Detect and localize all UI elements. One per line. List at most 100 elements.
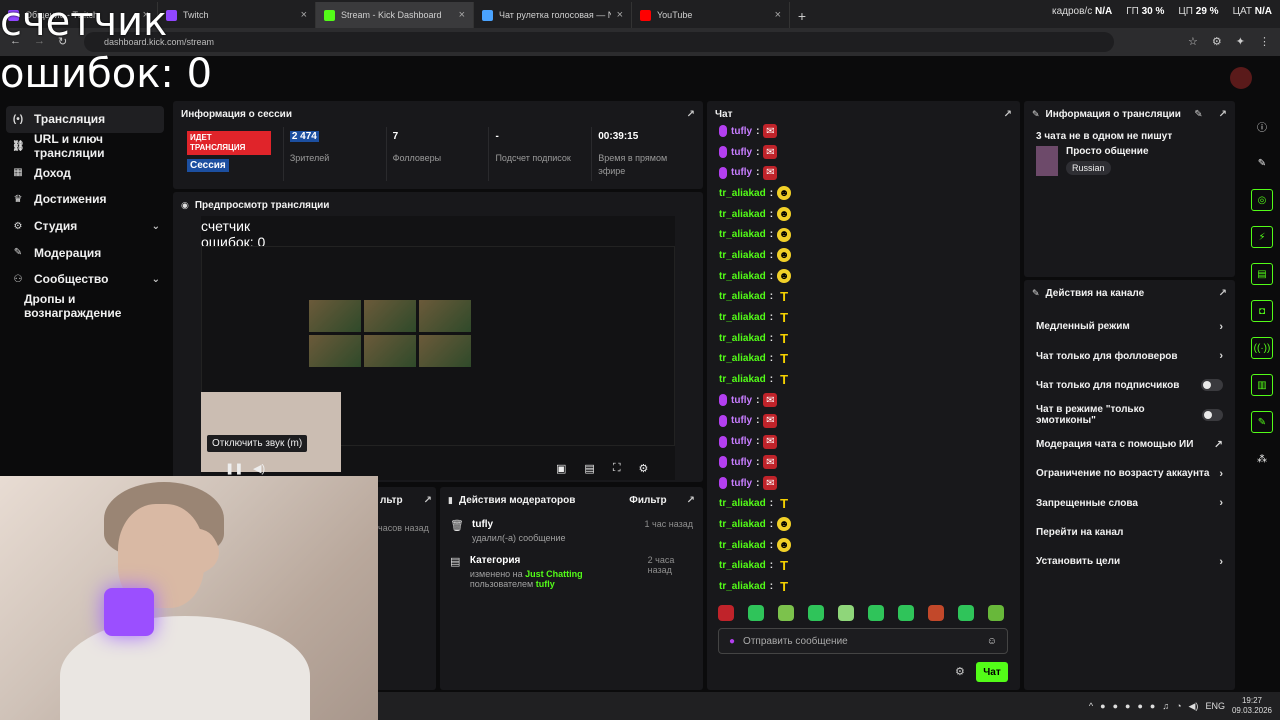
chat-send-button[interactable]: Чат xyxy=(976,662,1008,682)
chat-username[interactable]: tr_aliakad xyxy=(719,271,766,282)
chat-input[interactable]: ● Отправить сообщение ☺ xyxy=(718,628,1008,654)
emote-icon[interactable] xyxy=(718,605,734,621)
sidebar-item[interactable]: ⚙ Студия ⌄ xyxy=(0,213,170,240)
emote-icon[interactable] xyxy=(928,605,944,621)
close-icon[interactable]: × xyxy=(459,9,465,21)
chat-username[interactable]: tufly xyxy=(731,147,752,158)
chat-username[interactable]: tr_aliakad xyxy=(719,312,766,323)
emote-icon[interactable] xyxy=(748,605,764,621)
popout-icon[interactable]: ↗ xyxy=(1004,109,1012,120)
chat-username[interactable]: tr_aliakad xyxy=(719,498,766,509)
chat-username[interactable]: tufly xyxy=(731,478,752,489)
clock[interactable]: 19:27 09.03.2026 xyxy=(1232,696,1272,716)
popout-icon[interactable]: ↗ xyxy=(1219,109,1227,120)
emote-icon[interactable] xyxy=(808,605,824,621)
sidebar-item[interactable]: ⛓ URL и ключ трансляции xyxy=(0,132,170,160)
pause-icon[interactable]: ❚❚ xyxy=(225,462,243,475)
tray-app-icon[interactable]: ● xyxy=(1100,701,1105,711)
edit-icon[interactable]: ✎ xyxy=(1194,109,1202,120)
channel-action-item[interactable]: Чат только для подписчиков xyxy=(1024,371,1235,400)
pip-icon[interactable]: ▣ xyxy=(556,462,566,475)
sidebar-item[interactable]: ⚇ Сообщество ⌄ xyxy=(0,266,170,293)
tray-chevron-icon[interactable]: ^ xyxy=(1089,701,1093,711)
mic-icon[interactable]: ● xyxy=(729,636,735,647)
chat-username[interactable]: tr_aliakad xyxy=(719,229,766,240)
chat-username[interactable]: tr_aliakad xyxy=(719,209,766,220)
extensions-puzzle-icon[interactable]: ✦ xyxy=(1236,35,1245,48)
settings-icon[interactable]: ⚙ xyxy=(639,462,649,475)
lightning-icon[interactable]: ⚡ xyxy=(1251,226,1273,248)
popout-icon[interactable]: ↗ xyxy=(424,495,432,506)
chat-username[interactable]: tr_aliakad xyxy=(719,353,766,364)
tray-app-icon[interactable]: ● xyxy=(1150,701,1155,711)
emote-icon[interactable] xyxy=(868,605,884,621)
notes-icon[interactable]: ▤ xyxy=(1251,263,1273,285)
network-icon[interactable]: ◔ xyxy=(1176,701,1181,711)
channel-action-item[interactable]: Установить цели › xyxy=(1024,547,1235,576)
sidebar-item[interactable]: Дропы и вознаграждение xyxy=(0,292,170,320)
emote-icon[interactable] xyxy=(988,605,1004,621)
mod-desc-category[interactable]: Just Chatting xyxy=(525,569,583,579)
emote-icon[interactable] xyxy=(898,605,914,621)
info-icon[interactable]: ⓘ xyxy=(1251,115,1273,137)
chat-username[interactable]: tr_aliakad xyxy=(719,581,766,592)
close-icon[interactable]: × xyxy=(301,9,307,21)
channel-action-item[interactable]: Запрещенные слова › xyxy=(1024,488,1235,517)
broadcast-icon[interactable]: ((·)) xyxy=(1251,337,1273,359)
popout-icon[interactable]: ↗ xyxy=(687,109,695,120)
tool-icon[interactable]: ✎ xyxy=(1251,411,1273,433)
toggle-switch[interactable] xyxy=(1201,379,1223,392)
mic-tray-icon[interactable]: ♫ xyxy=(1162,701,1169,711)
channel-action-item[interactable]: Чат в режиме "только эмотиконы" xyxy=(1024,400,1235,429)
channel-action-item[interactable]: Медленный режим › xyxy=(1024,312,1235,341)
extension-icon[interactable]: ⚙ xyxy=(1212,35,1222,48)
mod-desc-user[interactable]: tufly xyxy=(536,579,555,589)
language-indicator[interactable]: ENG xyxy=(1205,701,1225,711)
chat-username[interactable]: tr_aliakad xyxy=(719,519,766,530)
chat-username[interactable]: tufly xyxy=(731,126,752,137)
avatar[interactable] xyxy=(1230,67,1252,89)
chat-settings-icon[interactable]: ⚙ xyxy=(955,665,965,678)
chat-username[interactable]: tr_aliakad xyxy=(719,291,766,302)
chat-username[interactable]: tufly xyxy=(731,167,752,178)
mod-filter-button[interactable]: Фильтр xyxy=(629,495,666,506)
toggle-switch[interactable] xyxy=(1201,408,1223,421)
channel-action-item[interactable]: Модерация чата с помощью ИИ ↗ xyxy=(1024,430,1235,459)
snapshot-icon[interactable]: ◎ xyxy=(1251,189,1273,211)
chat-username[interactable]: tr_aliakad xyxy=(719,250,766,261)
chat-username[interactable]: tr_aliakad xyxy=(719,540,766,551)
chat-username[interactable]: tr_aliakad xyxy=(719,374,766,385)
menu-icon[interactable]: ⋮ xyxy=(1259,35,1270,48)
chat-bubble-icon[interactable]: ◘ xyxy=(1251,300,1273,322)
bookmark-star-icon[interactable]: ☆ xyxy=(1188,35,1198,48)
partial-filter-text[interactable]: льтр xyxy=(380,495,403,506)
apps-icon[interactable]: ⁂ xyxy=(1251,448,1273,470)
channel-action-item[interactable]: Перейти на канал xyxy=(1024,518,1235,547)
browser-tab[interactable]: Twitch × xyxy=(158,2,316,28)
pen-icon[interactable]: ✎ xyxy=(1251,152,1273,174)
channel-action-item[interactable]: Чат только для фолловеров › xyxy=(1024,341,1235,370)
emote-icon[interactable] xyxy=(778,605,794,621)
theater-icon[interactable]: ▤ xyxy=(584,462,594,475)
chat-username[interactable]: tufly xyxy=(731,436,752,447)
tray-app-icon[interactable]: ● xyxy=(1125,701,1130,711)
chat-username[interactable]: tufly xyxy=(731,415,752,426)
chat-username[interactable]: tr_aliakad xyxy=(719,333,766,344)
close-icon[interactable]: × xyxy=(617,9,623,21)
fullscreen-icon[interactable]: ⛶ xyxy=(613,462,621,475)
chat-username[interactable]: tufly xyxy=(731,457,752,468)
chat-username[interactable]: tr_aliakad xyxy=(719,560,766,571)
mod-action-user[interactable]: tufly xyxy=(472,519,566,530)
volume-icon[interactable]: ◀) xyxy=(253,462,265,475)
channel-action-item[interactable]: Ограничение по возрасту аккаунта › xyxy=(1024,459,1235,488)
close-icon[interactable]: × xyxy=(775,9,781,21)
sidebar-item[interactable]: (•) Трансляция xyxy=(6,106,164,133)
emote-icon[interactable] xyxy=(838,605,854,621)
new-tab-button[interactable]: + xyxy=(790,4,814,28)
url-field[interactable]: dashboard.kick.com/stream xyxy=(84,32,1114,52)
popout-icon[interactable]: ↗ xyxy=(687,495,695,506)
tray-app-icon[interactable]: ● xyxy=(1137,701,1142,711)
emote-icon[interactable] xyxy=(958,605,974,621)
tray-app-icon[interactable]: ● xyxy=(1113,701,1118,711)
sidebar-item[interactable]: ♛ Достижения xyxy=(0,186,170,213)
